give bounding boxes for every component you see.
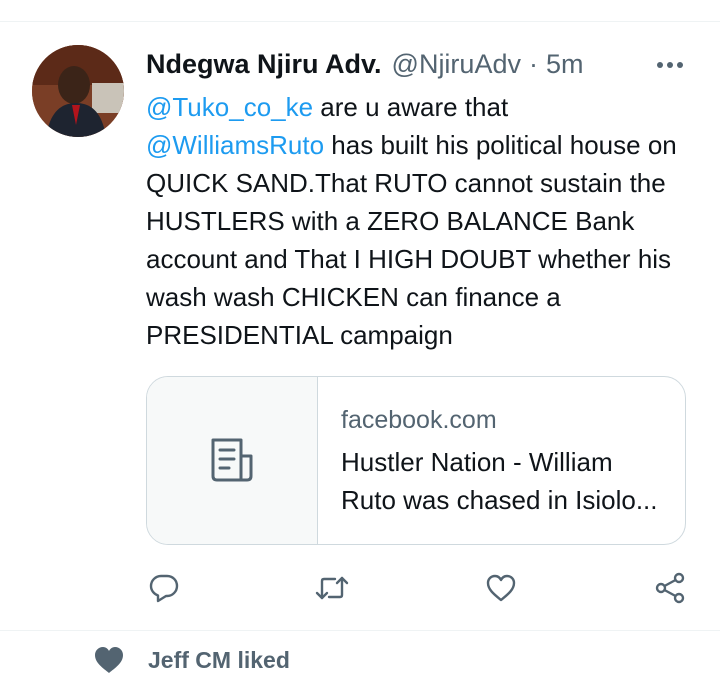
tweet-text: @Tuko_co_ke are u aware that @WilliamsRu… — [146, 88, 691, 354]
bottom-divider — [0, 630, 720, 631]
link-preview-card[interactable]: facebook.com Hustler Nation - William Ru… — [146, 376, 686, 545]
like-icon — [486, 574, 516, 602]
card-title: Hustler Nation - William Ruto was chased… — [341, 447, 658, 515]
more-dot — [667, 62, 673, 68]
author-name[interactable]: Ndegwa Njiru Adv. — [146, 49, 382, 80]
like-button[interactable] — [483, 570, 519, 606]
tweet-header: Ndegwa Njiru Adv. @NjiruAdv · 5m — [146, 46, 680, 82]
more-dot — [677, 62, 683, 68]
card-thumbnail — [147, 377, 318, 544]
more-dot — [657, 62, 663, 68]
heart-filled-icon — [95, 647, 123, 673]
reply-button[interactable] — [146, 570, 182, 606]
separator-dot: · — [528, 48, 538, 79]
tweet-time[interactable]: 5m — [546, 49, 584, 80]
share-icon — [655, 572, 685, 604]
author-handle[interactable]: @NjiruAdv — [392, 49, 521, 80]
avatar-image — [32, 45, 124, 137]
tweet-text-segment: are u aware that — [313, 92, 509, 122]
social-context-text[interactable]: Jeff CM liked — [148, 647, 290, 674]
retweet-icon — [315, 576, 349, 600]
author-avatar[interactable] — [32, 45, 124, 137]
reply-icon — [149, 574, 179, 603]
social-context-row: Jeff CM liked — [94, 645, 290, 675]
card-body: facebook.com Hustler Nation - William Ru… — [341, 403, 667, 519]
retweet-button[interactable] — [314, 570, 350, 606]
more-options-icon[interactable] — [650, 52, 690, 78]
mention-link[interactable]: @Tuko_co_ke — [146, 92, 313, 122]
tweet-text-segment: has built his political house on QUICK S… — [146, 130, 677, 350]
share-button[interactable] — [652, 570, 688, 606]
top-divider — [0, 21, 720, 22]
document-icon — [211, 438, 253, 481]
mention-link[interactable]: @WilliamsRuto — [146, 130, 324, 160]
card-domain: facebook.com — [341, 406, 497, 434]
